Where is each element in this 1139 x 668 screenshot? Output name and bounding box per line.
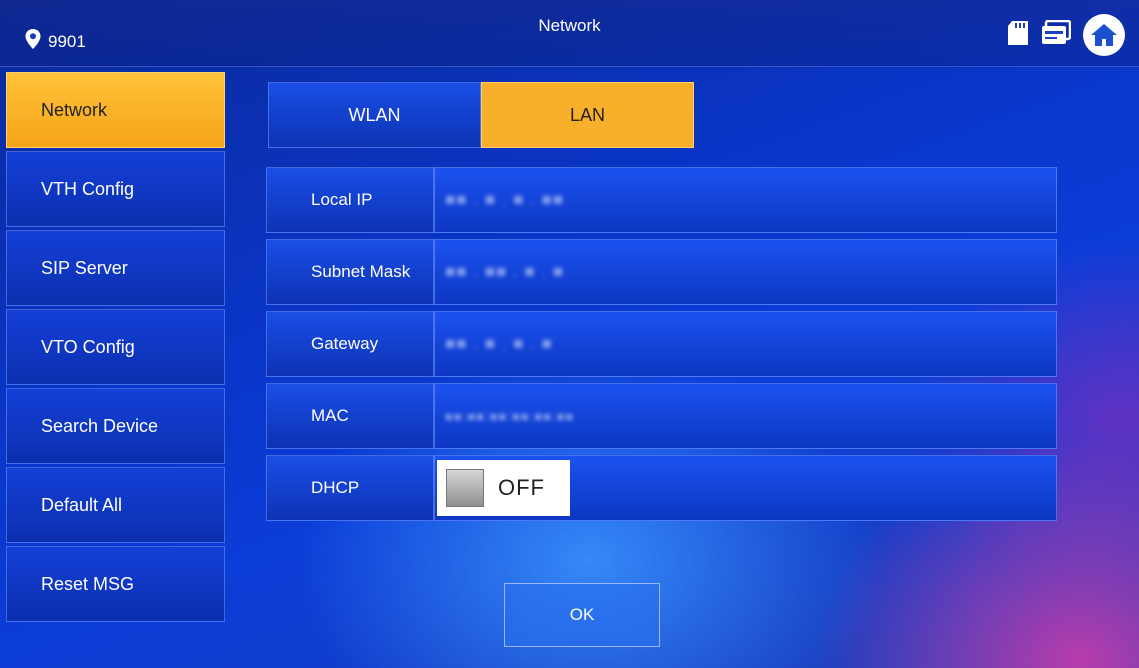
dhcp-toggle[interactable]: OFF <box>437 460 570 516</box>
dhcp-label: DHCP <box>266 455 434 521</box>
home-icon <box>1091 24 1117 46</box>
sidebar-item-label: VTO Config <box>41 336 135 357</box>
ok-button[interactable]: OK <box>504 583 660 647</box>
network-tabs: WLAN LAN <box>268 82 694 148</box>
sidebar-item-vth-config[interactable]: VTH Config <box>6 151 225 227</box>
local-ip-row: Local IP ■■ . ■ . ■ . ■■ <box>266 167 1057 233</box>
sidebar-item-network[interactable]: Network <box>6 72 225 148</box>
gateway-label: Gateway <box>266 311 434 377</box>
subnet-mask-row: Subnet Mask ■■ . ■■ . ■ . ■ <box>266 239 1057 305</box>
dhcp-state: OFF <box>498 475 545 500</box>
sidebar-item-default-all[interactable]: Default All <box>6 467 225 543</box>
id-card-icon[interactable] <box>1041 19 1072 51</box>
local-ip-value: ■■ . ■ . ■ . ■■ <box>445 190 565 209</box>
home-button[interactable] <box>1083 14 1125 56</box>
sd-card-icon <box>1007 20 1029 51</box>
subnet-mask-label: Subnet Mask <box>266 239 434 305</box>
gateway-field[interactable]: ■■ . ■ . ■ . ■ <box>434 311 1057 377</box>
local-ip-label: Local IP <box>266 167 434 233</box>
sidebar-item-label: SIP Server <box>41 257 128 278</box>
dhcp-row: DHCP OFF <box>266 455 1057 521</box>
tab-lan[interactable]: LAN <box>481 82 694 148</box>
sidebar-item-reset-msg[interactable]: Reset MSG <box>6 546 225 622</box>
mac-field: ■■:■■:■■:■■:■■:■■ <box>434 383 1057 449</box>
sidebar-item-label: Search Device <box>41 415 159 436</box>
sidebar-item-label: VTH Config <box>41 178 135 199</box>
subnet-mask-value: ■■ . ■■ . ■ . ■ <box>445 262 565 281</box>
dhcp-field: OFF <box>434 455 1057 521</box>
toggle-knob <box>446 469 484 507</box>
local-ip-field[interactable]: ■■ . ■ . ■ . ■■ <box>434 167 1057 233</box>
mac-row: MAC ■■:■■:■■:■■:■■:■■ <box>266 383 1057 449</box>
sidebar-item-search-device[interactable]: Search Device <box>6 388 225 464</box>
subnet-mask-field[interactable]: ■■ . ■■ . ■ . ■ <box>434 239 1057 305</box>
page-title: Network <box>538 16 601 35</box>
mac-value: ■■:■■:■■:■■:■■:■■ <box>445 408 575 424</box>
sidebar: Network VTH Config SIP Server VTO Config… <box>6 72 225 625</box>
tab-wlan[interactable]: WLAN <box>268 82 481 148</box>
mac-label: MAC <box>266 383 434 449</box>
sidebar-item-sip-server[interactable]: SIP Server <box>6 230 225 306</box>
sidebar-item-vto-config[interactable]: VTO Config <box>6 309 225 385</box>
sidebar-item-label: Reset MSG <box>41 573 135 594</box>
sidebar-item-label: Network <box>41 99 108 120</box>
gateway-row: Gateway ■■ . ■ . ■ . ■ <box>266 311 1057 377</box>
gateway-value: ■■ . ■ . ■ . ■ <box>445 334 553 353</box>
top-bar: 9901 Network <box>0 0 1139 67</box>
sidebar-item-label: Default All <box>41 494 123 515</box>
